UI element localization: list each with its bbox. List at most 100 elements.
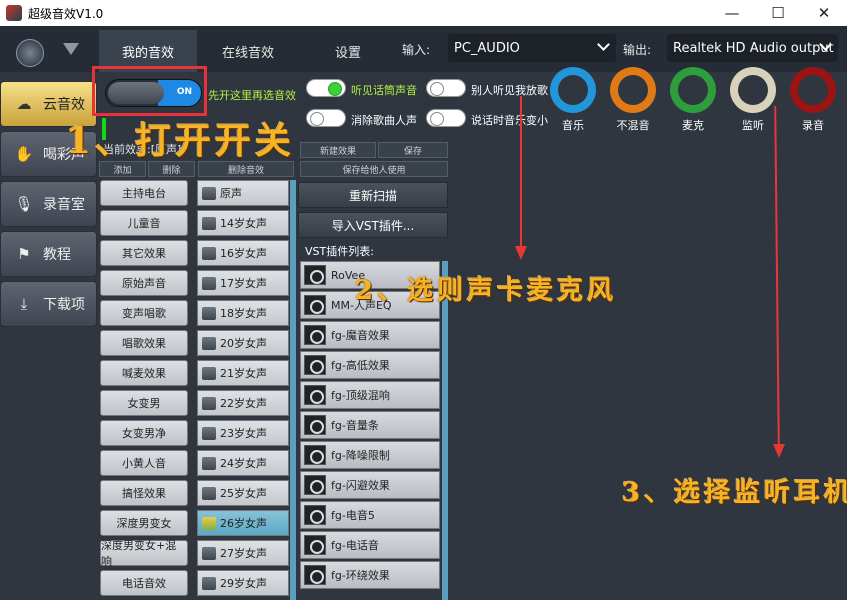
category-item[interactable]: 小黄人音 xyxy=(100,450,188,476)
knob-label: 麦克 xyxy=(682,119,704,132)
switch-hear-mic[interactable] xyxy=(306,79,346,97)
chevron-down-icon xyxy=(597,38,610,51)
effect-item[interactable]: 16岁女声 xyxy=(197,240,289,266)
dial-icon[interactable] xyxy=(610,67,656,113)
switch-duck-music[interactable] xyxy=(426,109,466,127)
effect-pack-icon xyxy=(202,577,216,590)
category-item[interactable]: 搞怪效果 xyxy=(100,480,188,506)
switch-others-hear-music-label: 别人听见我放歌 xyxy=(471,84,548,97)
category-item[interactable]: 电话音效 xyxy=(100,570,188,596)
category-list: 主持电台儿童音其它效果原始声音变声唱歌唱歌效果喊麦效果女变男女变男净小黄人音搞怪… xyxy=(100,180,188,600)
effect-label: 14岁女声 xyxy=(220,217,267,230)
effect-item[interactable]: 22岁女声 xyxy=(197,390,289,416)
arrow-to-monitor xyxy=(774,105,780,447)
plugin-icon xyxy=(304,505,326,525)
effect-item[interactable]: 20岁女声 xyxy=(197,330,289,356)
effect-pack-icon xyxy=(202,427,216,440)
category-item[interactable]: 深度男变女 xyxy=(100,510,188,536)
effect-item[interactable]: 27岁女声 xyxy=(197,540,289,566)
maximize-button[interactable]: ☐ xyxy=(755,0,801,26)
effect-item[interactable]: 原声 xyxy=(197,180,289,206)
microphone-icon: 🎙 xyxy=(14,195,34,213)
category-item[interactable]: 女变男 xyxy=(100,390,188,416)
switch-others-hear-music[interactable] xyxy=(426,79,466,97)
category-item[interactable]: 其它效果 xyxy=(100,240,188,266)
vst-plugin-item[interactable]: fg-闪避效果 xyxy=(300,471,440,499)
annotation-step3: 3、选择监听耳机 xyxy=(622,478,847,508)
tab-online-effects[interactable]: 在线音效 xyxy=(199,30,297,72)
output-device-value: Realtek HD Audio output xyxy=(673,40,834,56)
knob-record[interactable]: 录音 xyxy=(788,67,838,133)
master-effect-toggle[interactable]: ON xyxy=(105,79,202,107)
output-device-select[interactable]: Realtek HD Audio output xyxy=(667,34,838,62)
vst-plugin-item[interactable]: fg-高低效果 xyxy=(300,351,440,379)
rescan-button[interactable]: 重新扫描 xyxy=(298,182,448,208)
vst-list-title: VST插件列表: xyxy=(305,245,374,258)
effect-item[interactable]: 14岁女声 xyxy=(197,210,289,236)
dial-icon[interactable] xyxy=(730,67,776,113)
import-vst-button[interactable]: 导入VST插件... xyxy=(298,212,448,238)
knob-label: 录音 xyxy=(802,119,824,132)
effect-item[interactable]: 23岁女声 xyxy=(197,420,289,446)
knob-music[interactable]: 音乐 xyxy=(548,67,598,133)
download-icon: ⤓ xyxy=(20,295,28,313)
nav-downloads[interactable]: ⤓ 下载项 xyxy=(0,281,97,327)
effect-item[interactable]: 17岁女声 xyxy=(197,270,289,296)
effect-item[interactable]: 26岁女声 xyxy=(197,510,289,536)
dial-icon[interactable] xyxy=(790,67,836,113)
category-item[interactable]: 主持电台 xyxy=(100,180,188,206)
knob-mic[interactable]: 麦克 xyxy=(668,67,718,133)
input-device-select[interactable]: PC_AUDIO xyxy=(448,34,616,62)
brand-logo-icon xyxy=(16,39,44,67)
nav-tutorial[interactable]: ⚑ 教程 xyxy=(0,231,97,277)
category-item[interactable]: 深度男变女+混响 xyxy=(100,539,188,568)
vst-list-scrollbar[interactable] xyxy=(442,261,448,600)
app-logo-icon xyxy=(6,5,22,21)
switch-duck-music-label: 说话时音乐变小 xyxy=(471,114,548,127)
new-effect-button[interactable]: 新建效果 xyxy=(300,142,376,158)
category-item[interactable]: 原始声音 xyxy=(100,270,188,296)
effect-item[interactable]: 25岁女声 xyxy=(197,480,289,506)
category-item[interactable]: 变声唱歌 xyxy=(100,300,188,326)
effect-item[interactable]: 18岁女声 xyxy=(197,300,289,326)
tab-settings[interactable]: 设置 xyxy=(299,30,397,72)
category-item[interactable]: 女变男净 xyxy=(100,420,188,446)
vst-plugin-item[interactable]: fg-音量条 xyxy=(300,411,440,439)
close-button[interactable]: ✕ xyxy=(801,0,847,26)
vst-plugin-label: fg-高低效果 xyxy=(331,359,390,372)
minimize-button[interactable]: — xyxy=(709,0,755,26)
effect-list-scrollbar[interactable] xyxy=(290,180,296,600)
vst-plugin-item[interactable]: fg-环绕效果 xyxy=(300,561,440,589)
save-button[interactable]: 保存 xyxy=(378,142,448,158)
plugin-icon xyxy=(304,295,326,315)
save-share-button[interactable]: 保存给他人使用 xyxy=(300,161,448,177)
effect-label: 29岁女声 xyxy=(220,577,267,590)
nav-studio[interactable]: 🎙 录音室 xyxy=(0,181,97,227)
effect-item[interactable]: 24岁女声 xyxy=(197,450,289,476)
effect-list: 原声 14岁女声 16岁女声 17岁女声 18岁女声 20岁女声 21岁女声 22岁女声 23岁… xyxy=(197,180,289,600)
vst-plugin-item[interactable]: fg-电话音 xyxy=(300,531,440,559)
effect-item[interactable]: 29岁女声 xyxy=(197,570,289,596)
effect-item[interactable]: 21岁女声 xyxy=(197,360,289,386)
knob-monitor[interactable]: 监听 xyxy=(728,67,778,133)
dial-icon[interactable] xyxy=(550,67,596,113)
menu-dropdown-icon[interactable] xyxy=(63,43,79,55)
arrow-head-icon xyxy=(515,246,527,260)
toggle-state: ON xyxy=(176,87,192,97)
plugin-icon xyxy=(304,415,326,435)
nav-label: 云音效 xyxy=(43,97,85,113)
category-item[interactable]: 喊麦效果 xyxy=(100,360,188,386)
vst-plugin-item[interactable]: fg-降噪限制 xyxy=(300,441,440,469)
vst-plugin-label: fg-电话音 xyxy=(331,539,379,552)
category-item[interactable]: 儿童音 xyxy=(100,210,188,236)
vst-plugin-item[interactable]: fg-电音5 xyxy=(300,501,440,529)
knob-label: 监听 xyxy=(742,119,764,132)
vst-plugin-item[interactable]: fg-顶级混响 xyxy=(300,381,440,409)
category-item[interactable]: 唱歌效果 xyxy=(100,330,188,356)
dial-icon[interactable] xyxy=(670,67,716,113)
effect-pack-icon xyxy=(202,277,216,290)
vst-plugin-item[interactable]: fg-魔音效果 xyxy=(300,321,440,349)
knob-no-mix[interactable]: 不混音 xyxy=(608,67,658,133)
cloud-icon: ☁ xyxy=(16,95,32,113)
switch-remove-vocals[interactable] xyxy=(306,109,346,127)
